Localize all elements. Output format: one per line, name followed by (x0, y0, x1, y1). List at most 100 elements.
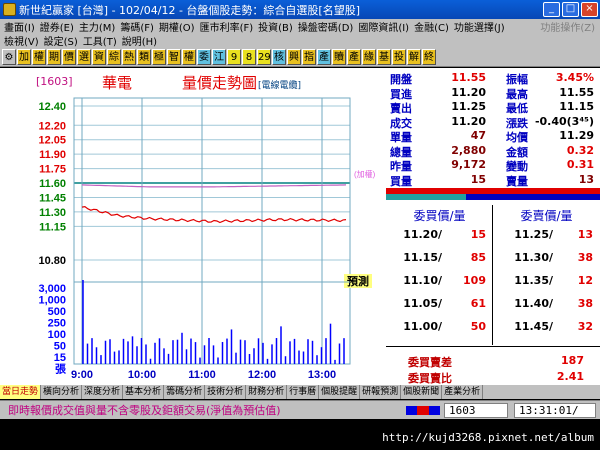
menu-finance[interactable]: 金融(C) (414, 19, 449, 34)
toolbar-button-8[interactable]: 熱 (122, 48, 136, 65)
menu-function-op[interactable]: 功能操作(Z) (540, 19, 595, 34)
tab-11[interactable]: 產業分析 (442, 385, 484, 399)
menu-trade-code[interactable]: 操盤密碼(D) (298, 19, 354, 34)
toolbar-button-26[interactable]: 投 (392, 48, 406, 65)
reference-note: (加權) (354, 169, 376, 179)
toolbar-button-7[interactable]: 綜 (107, 48, 121, 65)
menu-tools[interactable]: 工具(T) (83, 33, 117, 48)
toolbar-button-11[interactable]: 智 (167, 48, 181, 65)
tab-3[interactable]: 基本分析 (123, 385, 165, 399)
clock-display: 13:31:01/ (514, 402, 596, 418)
menu-chips[interactable]: 籌碼(F) (120, 19, 154, 34)
toolbar-button-20[interactable]: 指 (302, 48, 316, 65)
quote-value: 11.20 (451, 85, 486, 99)
tab-6[interactable]: 財務分析 (246, 385, 288, 399)
tab-0[interactable]: 當日走勢 (0, 385, 42, 399)
volume-tick-label: 50 (54, 341, 66, 353)
toolbar-button-16[interactable]: 8 (242, 48, 256, 65)
toolbar-button-6[interactable]: 資 (92, 48, 106, 65)
menu-intl-info[interactable]: 國際資訊(I) (358, 19, 409, 34)
tab-9[interactable]: 研報預測 (360, 385, 402, 399)
bid-qty: 61 (470, 297, 486, 310)
plot-frame (73, 97, 351, 365)
tab-5[interactable]: 技術分析 (205, 385, 247, 399)
bid-qty: 15 (470, 228, 486, 241)
main-area: [1603] 華電 量價走勢圖 [電線電纜] 12.40 12.20 12.05 11… (0, 68, 600, 385)
order-diff-value: 187 (561, 354, 584, 367)
toolbar-button-12[interactable]: 權 (182, 48, 196, 65)
menu-fx-rate[interactable]: 匯市利率(F) (200, 19, 254, 34)
chart-panel[interactable]: [1603] 華電 量價走勢圖 [電線電纜] 12.40 12.20 12.05 11… (28, 68, 386, 384)
quote-row: 成交 11.20 漲跌 -0.40(3⁴⁵) (386, 114, 600, 130)
toolbar-button-3[interactable]: 期 (47, 48, 61, 65)
bid-header: 委買價/量 (413, 209, 466, 223)
toolbar-button-19[interactable]: 興 (287, 48, 301, 65)
tab-1[interactable]: 橫向分析 (41, 385, 83, 399)
quote-value: 2,880 (451, 143, 486, 157)
ask-price[interactable]: 11.35/ (493, 274, 553, 287)
toolbar-button-24[interactable]: 緣 (362, 48, 376, 65)
toolbar-button-13[interactable]: 委 (197, 48, 211, 65)
toolbar-button-2[interactable]: 權 (32, 48, 46, 65)
ask-qty: 38 (577, 297, 593, 310)
menu-screen[interactable]: 畫面(I) (4, 19, 35, 34)
toolbar-button-1[interactable]: 加 (17, 48, 31, 65)
menu-help[interactable]: 說明(H) (122, 33, 157, 48)
quote-row: 買量 15 賣量 13 (386, 173, 600, 188)
minimize-button[interactable]: _ (543, 2, 560, 17)
toolbar-button-17[interactable]: 29 (257, 48, 271, 65)
tab-8[interactable]: 個股提醒 (319, 385, 361, 399)
bid-price[interactable]: 11.15/ (386, 251, 442, 264)
bid-price[interactable]: 11.20/ (386, 228, 442, 241)
toolbar-button-18[interactable]: 核 (272, 48, 286, 65)
toolbar-button-0[interactable]: ⚙ (2, 48, 16, 65)
stock-code-input[interactable]: 1603 (444, 402, 508, 418)
bid-price[interactable]: 11.00/ (386, 320, 442, 333)
bid-price[interactable]: 11.10/ (386, 274, 442, 287)
toolbar-button-22[interactable]: 贖 (332, 48, 346, 65)
window-title: 新世紀贏家 [台灣] - 102/04/12 - 台盤個股走勢：綜合自選股[名望… (19, 3, 360, 17)
quote-row: 昨量 9,172 變動 0.31 (386, 158, 600, 173)
quote-value: -0.40(3⁴⁵) (534, 114, 594, 128)
toolbar-button-21[interactable]: 產 (317, 48, 331, 65)
volume-tick-label: 250 (48, 318, 66, 330)
tab-2[interactable]: 深度分析 (82, 385, 124, 399)
menu-settings[interactable]: 設定(S) (44, 33, 78, 48)
toolbar-button-23[interactable]: 產 (347, 48, 361, 65)
volume-tick-label: 15 (54, 352, 66, 364)
tab-7[interactable]: 行事曆 (287, 385, 320, 399)
toolbar-button-27[interactable]: 解 (407, 48, 421, 65)
toolbar-button-14[interactable]: 江 (212, 48, 226, 65)
toolbar-button-4[interactable]: 價 (62, 48, 76, 65)
tab-10[interactable]: 個股新聞 (401, 385, 443, 399)
menu-invest[interactable]: 投資(B) (258, 19, 293, 34)
ask-price[interactable]: 11.30/ (493, 251, 553, 264)
toolbar-button-28[interactable]: 終 (422, 48, 436, 65)
bid-qty: 85 (470, 251, 486, 264)
ask-qty: 32 (577, 320, 593, 333)
bid-price[interactable]: 11.05/ (386, 297, 442, 310)
ask-price[interactable]: 11.25/ (493, 228, 553, 241)
maximize-button[interactable]: □ (562, 2, 579, 17)
ask-header: 委賣價/量 (520, 209, 573, 223)
status-message: 即時報價成交值與量不含零股及鉅額交易(淨值為預估值) (8, 404, 281, 417)
menu-options[interactable]: 期權(O) (159, 19, 195, 34)
ask-qty: 13 (577, 228, 593, 241)
toolbar-button-10[interactable]: 極 (152, 48, 166, 65)
ask-qty: 12 (577, 274, 593, 287)
quote-label: 買量 (390, 174, 412, 188)
menu-securities[interactable]: 證券(E) (40, 19, 74, 34)
toolbar-button-9[interactable]: 類 (137, 48, 151, 65)
tab-4[interactable]: 籌碼分析 (164, 385, 206, 399)
menu-function-select[interactable]: 功能選擇(J) (454, 19, 505, 34)
toolbar-button-25[interactable]: 基 (377, 48, 391, 65)
toolbar-button-15[interactable]: 9 (227, 48, 241, 65)
menu-main-force[interactable]: 主力(M) (79, 19, 115, 34)
ask-price[interactable]: 11.40/ (493, 297, 553, 310)
ask-price[interactable]: 11.45/ (493, 320, 553, 333)
bid-qty: 50 (470, 320, 486, 333)
watermark-url: http://kujd3268.pixnet.net/album (382, 431, 594, 444)
close-button[interactable]: × (581, 2, 598, 17)
toolbar-button-5[interactable]: 選 (77, 48, 91, 65)
menu-view[interactable]: 檢視(V) (4, 33, 39, 48)
